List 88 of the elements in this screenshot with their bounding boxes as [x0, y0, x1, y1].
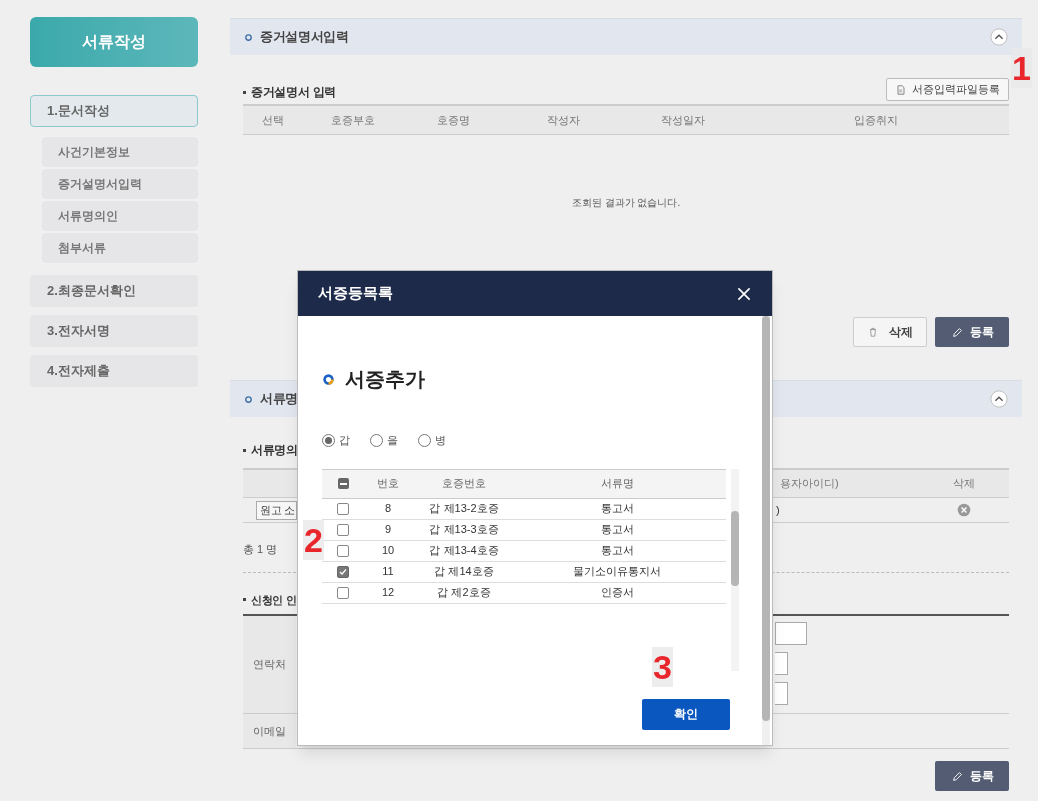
bullet-icon — [243, 598, 246, 602]
column-header: 삭제 — [952, 476, 976, 492]
table-cell-text: 통고서 — [599, 501, 635, 517]
register-button[interactable]: 등록 — [935, 317, 1009, 347]
table-cell-text: 8 — [383, 501, 393, 517]
column-header: 번호 — [376, 476, 400, 492]
table-cell-text: 물기소이유통지서 — [572, 564, 662, 580]
radio-option[interactable]: 갑 — [322, 432, 350, 449]
pencil-icon — [950, 325, 964, 339]
empty-message: 조회된 결과가 없습니다. — [570, 196, 682, 210]
input-field[interactable] — [775, 682, 788, 705]
sidebar-title: 서류작성 — [30, 17, 198, 67]
subsection-title: 서류명의 — [251, 442, 298, 459]
document-icon — [895, 83, 907, 96]
radio-button[interactable] — [322, 433, 335, 447]
remove-icon — [957, 503, 971, 517]
checkbox[interactable] — [337, 565, 349, 578]
ring-icon — [244, 32, 253, 42]
modal-heading: 서증추가 — [345, 367, 425, 392]
sidebar-item[interactable]: 1.문서작성 — [30, 95, 198, 127]
checkbox[interactable] — [337, 502, 349, 515]
step-number: 1 — [1011, 48, 1032, 88]
subsection-title: 증거설명서 입력 — [251, 84, 336, 101]
table-cell-text: 12 — [380, 585, 396, 601]
column-header: 호증번호 — [441, 476, 487, 492]
input-field[interactable] — [775, 622, 807, 645]
column-header: 서류명 — [599, 476, 635, 492]
table-cell-text: 10 — [380, 543, 396, 559]
table-cell-text: 갑 제13-4호증 — [428, 543, 500, 559]
sidebar-subitem[interactable]: 사건기본정보 — [42, 137, 198, 167]
pencil-icon — [950, 769, 964, 783]
column-header: 용자아이디) — [780, 476, 840, 492]
table-cell-text: 갑 제2호증 — [436, 585, 492, 601]
collapse-icon — [990, 390, 1008, 408]
table-cell-text: 통고서 — [599, 522, 635, 538]
select-all-checkbox[interactable] — [337, 478, 349, 489]
table-cell-text: 갑 제13-2호증 — [428, 501, 500, 517]
radio-button[interactable] — [370, 433, 383, 447]
file-register-button[interactable]: 서증입력파일등록 — [886, 78, 1009, 101]
column-header: 호증명 — [435, 112, 471, 128]
field-label: 연락처 — [243, 616, 296, 713]
checkbox[interactable] — [337, 544, 349, 557]
section-title: 서류명 — [260, 390, 299, 409]
column-header: 입증취지 — [853, 112, 899, 128]
step-number: 2 — [303, 520, 324, 560]
party-button[interactable]: 원고 소 — [256, 500, 297, 520]
trash-icon — [867, 326, 879, 338]
sidebar-subitem[interactable]: 첨부서류 — [42, 233, 198, 263]
total-count: 총 1 명 — [243, 542, 278, 557]
close-icon — [736, 285, 752, 302]
checkbox[interactable] — [337, 523, 349, 536]
step-number: 3 — [652, 647, 673, 687]
table-cell-text: 인증서 — [599, 585, 635, 601]
sidebar-subitem[interactable]: 증거설명서입력 — [42, 169, 198, 199]
modal-title: 서증등목록 — [318, 283, 393, 304]
radio-option[interactable]: 을 — [370, 432, 398, 449]
table-cell-text: 갑 제13-3호증 — [428, 522, 500, 538]
delete-button[interactable]: 삭제 — [853, 317, 927, 347]
register-button[interactable]: 등록 — [935, 761, 1009, 791]
table-cell-text: ) — [776, 502, 781, 518]
ring-icon — [244, 394, 253, 404]
column-header: 선택 — [261, 112, 285, 128]
radio-button[interactable] — [418, 433, 431, 447]
subsection-title: 신청인 인 — [251, 592, 297, 608]
checkbox[interactable] — [337, 586, 349, 599]
column-header: 작성자 — [545, 112, 581, 128]
collapse-icon — [990, 28, 1008, 46]
scrollbar-thumb[interactable] — [731, 510, 739, 586]
scrollbar-thumb[interactable] — [762, 316, 770, 721]
bullet-icon — [243, 448, 246, 452]
table-cell-text: 통고서 — [599, 543, 635, 559]
input-field[interactable] — [775, 652, 788, 675]
table-cell-text: 갑 제14호증 — [433, 564, 495, 580]
section-title: 증거설명서입력 — [260, 28, 349, 47]
confirm-button[interactable]: 확인 — [642, 698, 730, 730]
sidebar-item[interactable]: 3.전자서명 — [30, 315, 198, 347]
sidebar-item[interactable]: 4.전자제출 — [30, 355, 198, 387]
bullet-icon — [243, 90, 246, 94]
table-cell-text: 9 — [383, 522, 393, 538]
field-label: 이메일 — [243, 714, 296, 748]
radio-option[interactable]: 병 — [418, 432, 446, 449]
ring-icon — [322, 372, 335, 386]
sidebar-subitem[interactable]: 서류명의인 — [42, 201, 198, 231]
column-header: 작성일자 — [660, 112, 706, 128]
table-cell-text: 11 — [381, 564, 395, 580]
sidebar-item[interactable]: 2.최종문서확인 — [30, 275, 198, 307]
check-icon — [338, 566, 348, 577]
column-header: 호증부호 — [330, 112, 376, 128]
